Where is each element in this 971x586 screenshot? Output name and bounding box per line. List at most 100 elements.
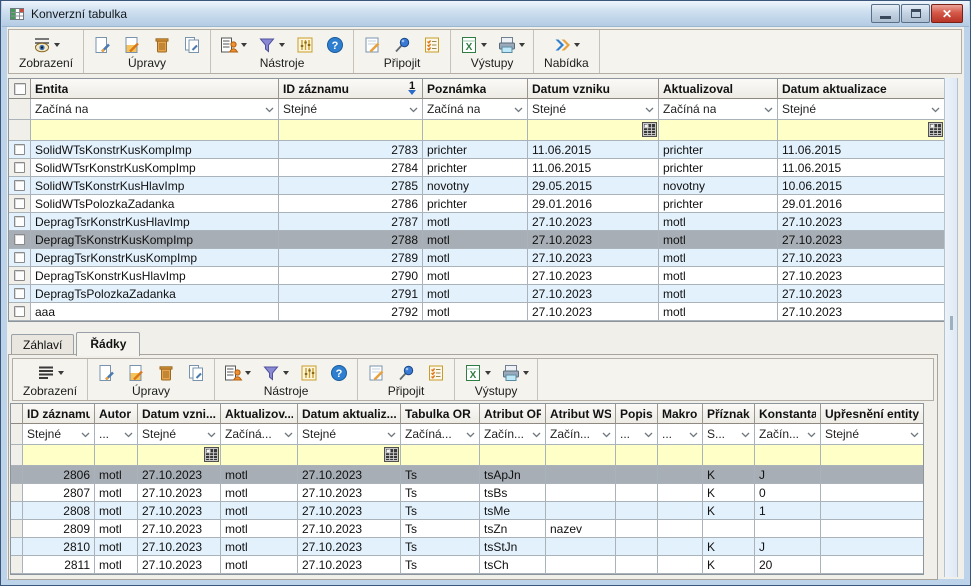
- filter-input-cell[interactable]: [279, 120, 423, 141]
- help-button[interactable]: ?: [329, 363, 349, 383]
- chevron-down-icon[interactable]: [207, 427, 216, 441]
- chevron-down-icon[interactable]: [741, 427, 750, 441]
- table-row[interactable]: SolidWTsPolozkaZadanka2786prichter29.01.…: [9, 195, 944, 213]
- row-checkbox[interactable]: [14, 234, 25, 245]
- chevron-down-icon[interactable]: [81, 427, 90, 441]
- column-header[interactable]: Datum aktualiz...: [298, 404, 401, 424]
- column-header[interactable]: Datum vzniku: [528, 79, 659, 99]
- column-header[interactable]: Konstanta: [755, 404, 821, 424]
- chevron-down-icon[interactable]: [124, 427, 133, 441]
- date-picker-button[interactable]: [384, 447, 399, 465]
- chevron-down-icon[interactable]: [931, 102, 940, 116]
- dropdown-arrow-icon[interactable]: [245, 371, 251, 375]
- chevron-down-icon[interactable]: [265, 102, 274, 116]
- date-picker-button[interactable]: [204, 447, 219, 465]
- tab-inactive[interactable]: Záhlaví: [11, 334, 74, 355]
- filter-input-cell[interactable]: [23, 445, 95, 466]
- edit-record-button[interactable]: [126, 363, 146, 383]
- column-header[interactable]: Upřesnění entity: [821, 404, 923, 424]
- table-row[interactable]: 2811motl27.10.2023motl27.10.2023TstsChK2…: [11, 556, 923, 574]
- row-checkbox[interactable]: [14, 144, 25, 155]
- table-row[interactable]: 2807motl27.10.2023motl27.10.2023TstsBsK0: [11, 484, 923, 502]
- dropdown-arrow-icon[interactable]: [481, 43, 487, 47]
- filter-combo[interactable]: Začín...: [546, 424, 616, 445]
- column-header[interactable]: Poznámka: [423, 79, 528, 99]
- print-button[interactable]: [501, 363, 529, 383]
- close-button[interactable]: ✕: [931, 4, 963, 23]
- chevron-down-icon[interactable]: [514, 102, 523, 116]
- chevron-down-icon[interactable]: [910, 427, 919, 441]
- filter-combo[interactable]: Začín...: [480, 424, 546, 445]
- table-row[interactable]: DepragTsKonstrKusKompImp2788motl27.10.20…: [9, 231, 944, 249]
- filter-combo[interactable]: Stejné: [138, 424, 221, 445]
- tools-list-button[interactable]: [223, 363, 251, 383]
- filter-input-cell[interactable]: [401, 445, 480, 466]
- help-button[interactable]: ?: [325, 35, 345, 55]
- scrollbar-track[interactable]: [944, 78, 958, 577]
- excel-export-button[interactable]: X: [459, 35, 487, 55]
- row-checkbox[interactable]: [14, 216, 25, 227]
- filter-combo[interactable]: Začíná na: [659, 99, 778, 120]
- column-header[interactable]: Entita: [31, 79, 279, 99]
- date-picker-button[interactable]: [642, 122, 657, 140]
- filter-input-cell[interactable]: [703, 445, 755, 466]
- chevron-down-icon[interactable]: [689, 427, 698, 441]
- filter-input-cell[interactable]: [659, 120, 778, 141]
- select-all-gutter[interactable]: [11, 404, 23, 424]
- column-header[interactable]: Popis: [616, 404, 658, 424]
- row-checkbox[interactable]: [14, 306, 25, 317]
- dropdown-arrow-icon[interactable]: [279, 43, 285, 47]
- filter-input-cell[interactable]: [528, 120, 659, 141]
- row-checkbox[interactable]: [14, 198, 25, 209]
- table-row[interactable]: 2806motl27.10.2023motl27.10.2023TstsApJn…: [11, 466, 923, 484]
- chevron-down-icon[interactable]: [764, 102, 773, 116]
- minimize-button[interactable]: [871, 4, 900, 23]
- dropdown-arrow-icon[interactable]: [54, 43, 60, 47]
- filter-combo[interactable]: Stejné: [23, 424, 95, 445]
- select-all-gutter[interactable]: [9, 79, 31, 99]
- column-header[interactable]: Makro: [658, 404, 703, 424]
- filter-input-cell[interactable]: [616, 445, 658, 466]
- scrollbar-thumb[interactable]: [950, 316, 953, 330]
- table-row[interactable]: aaa2792motl27.10.2023motl27.10.2023: [9, 303, 944, 321]
- column-header[interactable]: Tabulka OR: [401, 404, 480, 424]
- filter-combo[interactable]: ...: [658, 424, 703, 445]
- new-record-button[interactable]: [96, 363, 116, 383]
- filter-combo[interactable]: Stejné: [821, 424, 923, 445]
- table-row[interactable]: SolidWTsKonstrKusHlavImp2785novotny29.05…: [9, 177, 944, 195]
- filter-combo[interactable]: ...: [616, 424, 658, 445]
- dropdown-arrow-icon[interactable]: [485, 371, 491, 375]
- filter-combo[interactable]: Stejné: [279, 99, 423, 120]
- settings-sliders-button[interactable]: [299, 363, 319, 383]
- filter-input-cell[interactable]: [298, 445, 401, 466]
- filter-input-cell[interactable]: [778, 120, 944, 141]
- column-header[interactable]: Atribut OR: [480, 404, 546, 424]
- filter-combo[interactable]: Stejné: [528, 99, 659, 120]
- tab-active[interactable]: Řádky: [76, 332, 140, 356]
- column-header[interactable]: Aktualizoval: [659, 79, 778, 99]
- filter-input-cell[interactable]: [821, 445, 923, 466]
- tools-list-button[interactable]: [219, 35, 247, 55]
- column-header[interactable]: ID záznamu: [23, 404, 95, 424]
- filter-input-cell[interactable]: [423, 120, 528, 141]
- dropdown-arrow-icon[interactable]: [523, 371, 529, 375]
- menu-chevrons-button[interactable]: [552, 35, 580, 55]
- delete-record-button[interactable]: [152, 35, 172, 55]
- chevron-down-icon[interactable]: [409, 102, 418, 116]
- filter-input-cell[interactable]: [95, 445, 138, 466]
- column-header[interactable]: Aktualizov...: [221, 404, 298, 424]
- filter-combo[interactable]: ...: [95, 424, 138, 445]
- column-header[interactable]: Atribut WS: [546, 404, 616, 424]
- dropdown-arrow-icon[interactable]: [574, 43, 580, 47]
- table-row[interactable]: 2808motl27.10.2023motl27.10.2023TstsMeK1: [11, 502, 923, 520]
- filter-combo[interactable]: Začíná na: [31, 99, 279, 120]
- filter-combo[interactable]: Začín...: [755, 424, 821, 445]
- edit-record-button[interactable]: [122, 35, 142, 55]
- row-checkbox[interactable]: [14, 180, 25, 191]
- table-row[interactable]: 2809motl27.10.2023motl27.10.2023TstsZnna…: [11, 520, 923, 538]
- chevron-down-icon[interactable]: [644, 427, 653, 441]
- new-record-button[interactable]: [92, 35, 112, 55]
- table-row[interactable]: DepragTsKonstrKusHlavImp2790motl27.10.20…: [9, 267, 944, 285]
- filter-combo[interactable]: S...: [703, 424, 755, 445]
- chevron-down-icon[interactable]: [807, 427, 816, 441]
